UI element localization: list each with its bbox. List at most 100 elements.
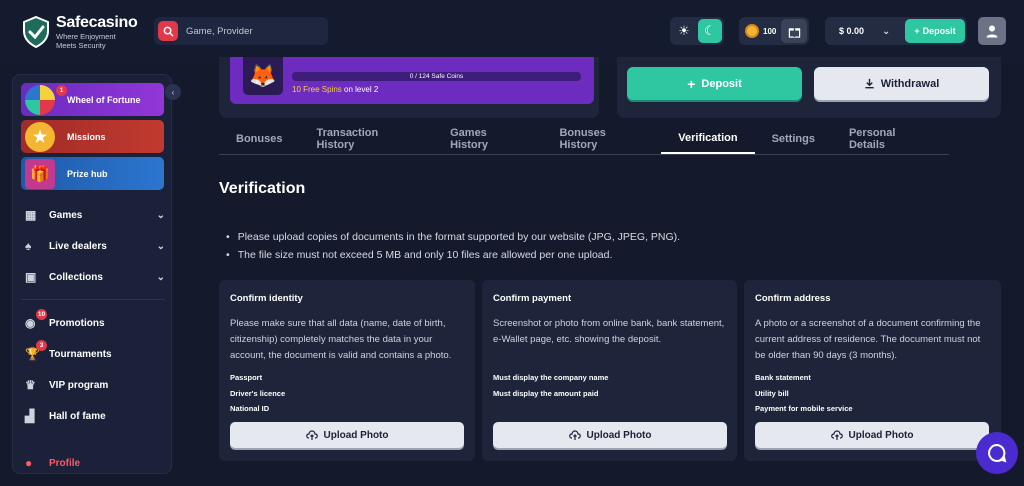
search-icon[interactable] [158, 21, 178, 41]
tab-verification[interactable]: Verification [661, 124, 755, 154]
notification-badge: 1 [56, 85, 67, 96]
tab-settings[interactable]: Settings [755, 124, 832, 154]
chevron-down-icon[interactable]: ⌄ [882, 26, 890, 37]
coins-wallet[interactable]: 100 [739, 17, 809, 45]
plus-icon: + [687, 75, 696, 92]
moon-icon[interactable]: ☾ [698, 19, 722, 43]
verification-notes: Please upload copies of documents in the… [226, 228, 680, 264]
sidebar-item-vip-program[interactable]: ♛ VIP program [25, 375, 165, 395]
gift-icon[interactable] [781, 19, 807, 43]
download-icon [865, 78, 874, 89]
requirement-item: Must display the amount paid [493, 388, 599, 398]
sidebar-item-label: Hall of fame [49, 410, 106, 422]
upload-label: Upload Photo [586, 429, 652, 441]
tab-personal-details[interactable]: Personal Details [832, 124, 949, 154]
sidebar-item-profile[interactable]: ● Profile [25, 453, 165, 473]
sidebar-item-label: Games [49, 209, 83, 221]
confirm-identity-card: Confirm identity Please make sure that a… [219, 280, 475, 461]
sidebar-item-live-dealers[interactable]: ♠ Live dealers ⌄ [25, 236, 165, 256]
deposit-button[interactable]: + Deposit [627, 67, 802, 100]
header-deposit-button[interactable]: + Deposit [905, 19, 965, 43]
header-deposit-label: Deposit [922, 26, 956, 36]
requirements-list: Passport Driver's licence National ID [230, 370, 285, 417]
chevron-down-icon[interactable]: ⌄ [157, 272, 165, 283]
balance-dropdown[interactable]: $ 0.00 ⌄ + Deposit [825, 17, 967, 45]
sun-icon[interactable]: ☀ [672, 19, 696, 43]
upload-cloud-icon [830, 429, 843, 440]
plus-icon: + [914, 26, 920, 36]
gift-box-icon: 🎁 [25, 158, 55, 189]
sidebar-divider [21, 299, 165, 300]
sidebar-collapse-icon[interactable]: ‹ [165, 84, 181, 100]
sidebar-item-games[interactable]: ▦ Games ⌄ [25, 205, 165, 225]
chevron-down-icon[interactable]: ⌄ [157, 241, 165, 252]
coins-value: 100 [763, 26, 777, 36]
chevron-down-icon[interactable]: ⌄ [157, 210, 165, 221]
sidebar-item-label: Tournaments [49, 348, 112, 360]
note-item: Please upload copies of documents in the… [226, 228, 680, 246]
slot-machine-icon: ▦ [25, 208, 37, 222]
tab-transaction-history[interactable]: Transaction History [299, 124, 433, 154]
crown-icon: ♛ [25, 378, 36, 392]
sidebar-item-hall-of-fame[interactable]: ▟ Hall of fame [25, 406, 165, 426]
promo-label: Wheel of Fortune [67, 94, 141, 105]
note-item: The file size must not exceed 5 MB and o… [226, 246, 680, 264]
search-input[interactable]: Game, Provider [154, 17, 328, 45]
coin-icon [745, 24, 759, 38]
upload-photo-button[interactable]: Upload Photo [755, 422, 989, 448]
confirm-payment-card: Confirm payment Screenshot or photo from… [482, 280, 737, 461]
live-chat-button[interactable] [976, 432, 1018, 474]
tab-games-history[interactable]: Games History [433, 124, 542, 154]
sidebar-promo-missions[interactable]: ★ Missions [21, 120, 164, 153]
requirements-list: Bank statement Utility bill Payment for … [755, 370, 853, 417]
sidebar: Wheel of Fortune 1 ★ Missions 🎁 Prize hu… [12, 74, 172, 474]
requirement-item: Utility bill [755, 388, 789, 398]
upload-photo-button[interactable]: Upload Photo [230, 422, 464, 448]
notification-badge: 10 [36, 309, 47, 320]
balance-value: $ 0.00 [839, 26, 865, 36]
promo-label: Missions [67, 131, 106, 142]
requirement-item: National ID [230, 404, 270, 413]
notification-badge: 3 [36, 340, 47, 351]
brand-name: Safecasino [56, 14, 138, 31]
user-icon: ● [25, 456, 33, 470]
theme-toggle[interactable]: ☀ ☾ [670, 17, 724, 45]
requirement-item: Passport [230, 373, 263, 382]
sidebar-promo-prize-hub[interactable]: 🎁 Prize hub [21, 157, 164, 190]
withdrawal-button[interactable]: Withdrawal [814, 67, 989, 100]
promo-label: Prize hub [67, 168, 108, 179]
brand-tagline-line-2: Meets Security [56, 41, 106, 50]
tab-bonuses-history[interactable]: Bonuses History [542, 124, 661, 154]
tab-bonuses[interactable]: Bonuses [219, 124, 299, 154]
chat-bubble-icon [988, 443, 1007, 463]
free-spins-text: 10 Free Spins on level 2 [292, 85, 378, 94]
card-title: Confirm payment [493, 293, 572, 304]
page-title: Verification [219, 180, 306, 197]
sidebar-item-label: Promotions [49, 317, 105, 329]
card-description: A photo or a screenshot of a document co… [755, 318, 981, 361]
upload-label: Upload Photo [323, 429, 389, 441]
requirement-item: Bank statement [755, 373, 811, 382]
upload-photo-button[interactable]: Upload Photo [493, 422, 727, 448]
sidebar-item-tournaments[interactable]: 🏆 Tournaments 3 [25, 340, 165, 364]
card-description: Screenshot or photo from online bank, ba… [493, 318, 725, 345]
card-description: Please make sure that all data (name, da… [230, 318, 452, 361]
upload-cloud-icon [305, 429, 318, 440]
user-profile-icon[interactable] [978, 17, 1006, 45]
withdrawal-label: Withdrawal [880, 77, 940, 90]
medal-icon: ★ [25, 121, 55, 152]
podium-icon: ▟ [25, 409, 35, 423]
card-title: Confirm address [755, 293, 831, 304]
sidebar-promo-wheel-of-fortune[interactable]: Wheel of Fortune 1 [21, 83, 164, 116]
brand-tagline-line-1: Where Enjoyment [56, 32, 116, 41]
card-title: Confirm identity [230, 293, 303, 304]
progress-text: 0 / 124 Safe Coins [409, 73, 464, 80]
sidebar-item-label: Collections [49, 271, 103, 283]
search-placeholder: Game, Provider [186, 25, 253, 37]
sidebar-item-collections[interactable]: ▣ Collections ⌄ [25, 267, 165, 287]
sidebar-item-promotions[interactable]: ◉ Promotions 10 [25, 309, 165, 333]
free-spins-level: on level 2 [341, 85, 379, 94]
shield-logo-icon [23, 16, 49, 48]
logo[interactable]: Safecasino Where Enjoyment Meets Securit… [22, 14, 138, 50]
requirement-item: Payment for mobile service [755, 404, 853, 413]
